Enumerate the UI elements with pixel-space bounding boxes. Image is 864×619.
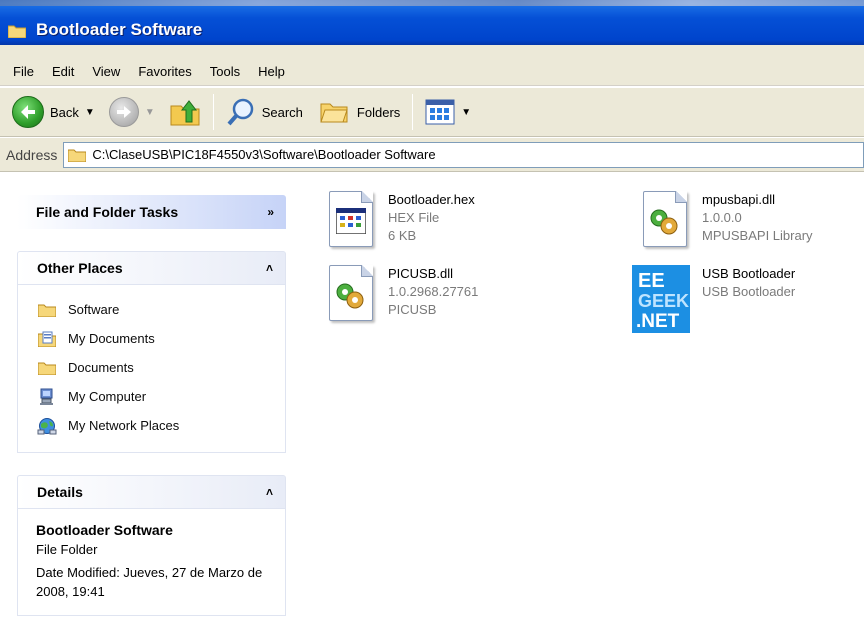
- place-software[interactable]: Software: [36, 295, 285, 324]
- menu-help[interactable]: Help: [249, 64, 294, 79]
- address-path: C:\ClaseUSB\PIC18F4550v3\Software\Bootlo…: [92, 147, 436, 162]
- hex-file-icon: [329, 191, 373, 247]
- forward-dropdown-icon[interactable]: ▼: [145, 107, 155, 118]
- address-bar: Address C:\ClaseUSB\PIC18F4550v3\Softwar…: [0, 138, 864, 172]
- up-folder-icon: [170, 100, 200, 126]
- toolbar-separator: [412, 94, 414, 130]
- folder-icon: [38, 304, 56, 317]
- views-dropdown-icon[interactable]: ▼: [461, 107, 471, 118]
- details-title: Details: [37, 484, 83, 500]
- toolbar: Back ▼ ▼ Search Folders ▼: [0, 87, 864, 137]
- file-list: Bootloader.hex HEX File 6 KB mpusbapi.dl…: [306, 173, 864, 619]
- place-label: My Documents: [68, 331, 155, 346]
- menu-favorites[interactable]: Favorites: [129, 64, 200, 79]
- place-documents[interactable]: Documents: [36, 353, 285, 382]
- file-item[interactable]: mpusbapi.dll 1.0.0.0 MPUSBAPI Library: [636, 191, 813, 253]
- other-places-title: Other Places: [37, 260, 123, 276]
- menu-view[interactable]: View: [83, 64, 129, 79]
- folder-icon: [8, 25, 26, 38]
- dll-file-icon: [643, 191, 687, 247]
- other-places-header[interactable]: Other Places ˄: [17, 251, 286, 285]
- task-pane: File and Folder Tasks » Other Places ˄ S…: [0, 173, 306, 619]
- views-button[interactable]: ▼: [421, 93, 475, 131]
- place-label: My Network Places: [68, 418, 180, 433]
- back-button[interactable]: Back ▼: [8, 93, 99, 131]
- details-header[interactable]: Details ˄: [17, 475, 286, 509]
- dll-file-icon: [329, 265, 373, 321]
- svg-text:GEEK: GEEK: [638, 291, 689, 311]
- views-icon: [425, 99, 455, 125]
- menu-file[interactable]: File: [4, 64, 43, 79]
- forward-button[interactable]: ▼: [105, 93, 159, 131]
- file-description: USB Bootloader: [702, 284, 796, 299]
- file-item[interactable]: Bootloader.hex HEX File 6 KB: [322, 191, 475, 253]
- file-size: 6 KB: [388, 228, 417, 243]
- address-label: Address: [6, 146, 58, 163]
- details-modified: Date Modified: Jueves, 27 de Marzo de 20…: [36, 565, 263, 599]
- other-places-panel: Other Places ˄ Software My Documents Doc…: [17, 251, 286, 453]
- place-network-places[interactable]: My Network Places: [36, 411, 285, 440]
- taskbar-strip: [0, 0, 864, 6]
- details-body: Bootloader Software File Folder Date Mod…: [17, 509, 286, 616]
- file-name: USB Bootloader: [702, 266, 796, 281]
- collapse-chevron-icon[interactable]: ˄: [266, 485, 273, 499]
- svg-text:EE: EE: [638, 270, 665, 292]
- folders-button[interactable]: Folders: [315, 93, 404, 131]
- place-label: My Computer: [68, 389, 147, 404]
- file-type: HEX File: [388, 210, 440, 225]
- back-arrow-icon: [12, 96, 44, 128]
- file-folder-tasks-title: File and Folder Tasks: [36, 204, 179, 220]
- place-my-documents[interactable]: My Documents: [36, 324, 285, 353]
- menu-bar: File Edit View Favorites Tools Help: [0, 58, 864, 86]
- eegeek-app-icon: EE GEEK .NET: [632, 265, 690, 333]
- place-label: Software: [68, 302, 120, 317]
- menu-tools[interactable]: Tools: [201, 64, 249, 79]
- forward-arrow-icon: [108, 97, 139, 127]
- file-name: mpusbapi.dll: [702, 192, 775, 207]
- address-input[interactable]: C:\ClaseUSB\PIC18F4550v3\Software\Bootlo…: [63, 141, 864, 168]
- file-item[interactable]: EE GEEK .NET USB Bootloader USB Bootload…: [628, 265, 796, 333]
- place-label: Documents: [68, 360, 134, 375]
- menu-band: [0, 45, 864, 58]
- details-type: File Folder: [36, 542, 98, 557]
- collapse-chevron-icon[interactable]: ˄: [266, 261, 273, 275]
- other-places-body: Software My Documents Documents My Compu…: [17, 285, 286, 453]
- search-button[interactable]: Search: [222, 93, 307, 131]
- window-title: Bootloader Software: [36, 20, 203, 39]
- back-label: Back: [50, 104, 79, 120]
- folder-icon: [38, 362, 56, 375]
- folder-icon: [68, 149, 87, 162]
- file-item[interactable]: PICUSB.dll 1.0.2968.27761 PICUSB: [322, 265, 478, 327]
- expand-chevron-icon[interactable]: »: [267, 205, 274, 219]
- file-name: Bootloader.hex: [388, 192, 475, 207]
- toolbar-separator: [212, 94, 214, 130]
- place-my-computer[interactable]: My Computer: [36, 382, 285, 411]
- title-bar: Bootloader Software: [0, 0, 864, 45]
- menu-edit[interactable]: Edit: [43, 64, 83, 79]
- up-folder-button[interactable]: [165, 93, 205, 131]
- my-documents-icon: [38, 331, 56, 347]
- network-places-icon: [37, 417, 57, 434]
- back-dropdown-icon[interactable]: ▼: [85, 107, 95, 118]
- file-folder-tasks-header[interactable]: File and Folder Tasks »: [17, 195, 286, 229]
- details-panel: Details ˄ Bootloader Software File Folde…: [17, 475, 286, 616]
- file-folder-tasks-panel: File and Folder Tasks »: [17, 195, 286, 229]
- file-version: 1.0.0.0: [702, 210, 742, 225]
- folders-label: Folders: [356, 104, 401, 120]
- file-description: PICUSB: [388, 302, 437, 317]
- my-computer-icon: [40, 388, 53, 405]
- folders-icon: [320, 103, 348, 123]
- file-version: 1.0.2968.27761: [388, 284, 479, 299]
- details-name: Bootloader Software: [36, 522, 173, 538]
- search-icon: [227, 98, 253, 126]
- search-label: Search: [261, 104, 303, 120]
- file-name: PICUSB.dll: [388, 266, 454, 281]
- svg-text:.NET: .NET: [636, 311, 680, 331]
- file-description: MPUSBAPI Library: [702, 228, 813, 243]
